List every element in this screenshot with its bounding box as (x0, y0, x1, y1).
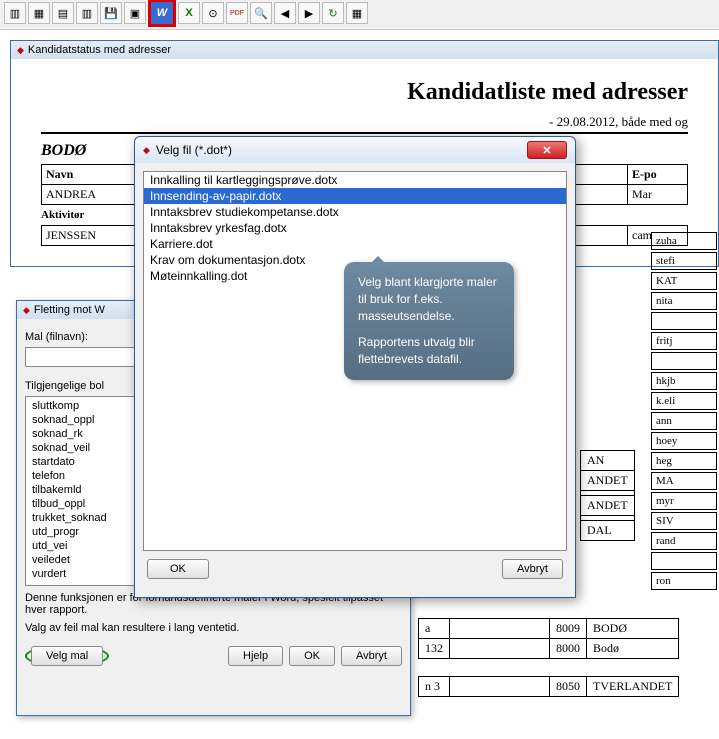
excel-icon[interactable]: X (178, 2, 200, 24)
cell-mail-1: Mar (628, 185, 688, 205)
file-item-selected[interactable]: Innsending-av-papir.dotx (144, 188, 566, 204)
toolbar-btn-15[interactable]: ▦ (346, 2, 368, 24)
report-subtitle: - 29.08.2012, både med og (41, 114, 688, 134)
note-2: Valg av feil mal kan resultere i lang ve… (25, 622, 402, 634)
word-export-icon[interactable]: W (148, 0, 176, 27)
file-listbox[interactable]: Innkalling til kartleggingsprøve.dotx In… (143, 171, 567, 551)
toolbar-btn-6[interactable]: ▣ (124, 2, 146, 24)
mid-table-fragment: AN ANDET ANDET DAL (580, 450, 635, 541)
window-icon: ◆ (143, 145, 150, 156)
velg-title-text: Velg fil (*.dot*) (156, 143, 232, 157)
ok-button[interactable]: OK (289, 646, 335, 666)
velg-fil-dialog: ◆ Velg fil (*.dot*) ✕ Innkalling til kar… (134, 136, 576, 598)
refresh-icon[interactable]: ↻ (322, 2, 344, 24)
pdf-icon[interactable]: PDF (226, 2, 248, 24)
file-item[interactable]: Inntaksbrev yrkesfag.dotx (144, 220, 566, 236)
zoom-icon[interactable]: 🔍 (250, 2, 272, 24)
save-icon[interactable]: 💾 (100, 2, 122, 24)
side-email-fragments: zuha stefi KAT nita fritj hkjb k.eli ann… (649, 230, 719, 592)
bottom-frag: a 8009 BODØ 132 8000 Bodø n 3 8050 TVERL… (418, 618, 679, 697)
velg-avbryt-button[interactable]: Avbryt (502, 559, 563, 579)
col-epost: E-po (628, 165, 688, 185)
close-icon[interactable]: ✕ (527, 141, 567, 159)
prev-icon[interactable]: ◀ (274, 2, 296, 24)
report-heading: Kandidatliste med adresser (41, 79, 688, 106)
velg-mal-highlight: Velg mal (25, 646, 109, 666)
help-tooltip: Velg blant klargjorte maler til bruk for… (344, 262, 514, 380)
next-icon[interactable]: ▶ (298, 2, 320, 24)
velg-titlebar: ◆ Velg fil (*.dot*) ✕ (135, 137, 575, 163)
toolbar-btn-4[interactable]: ▥ (76, 2, 98, 24)
hjelp-button[interactable]: Hjelp (228, 646, 283, 666)
report-window-title: ◆ Kandidatstatus med adresser (11, 41, 718, 59)
file-item[interactable]: Innkalling til kartleggingsprøve.dotx (144, 172, 566, 188)
toolbar-btn-2[interactable]: ▦ (28, 2, 50, 24)
file-item[interactable]: Karriere.dot (144, 236, 566, 252)
main-toolbar: ▥ ▦ ▤ ▥ 💾 ▣ W X ⊙ PDF 🔍 ◀ ▶ ↻ ▦ (0, 0, 719, 30)
toolbar-btn-1[interactable]: ▥ (4, 2, 26, 24)
toolbar-btn-9[interactable]: ⊙ (202, 2, 224, 24)
report-title-text: Kandidatstatus med adresser (28, 44, 171, 56)
file-item[interactable]: Inntaksbrev studiekompetanse.dotx (144, 204, 566, 220)
avbryt-button[interactable]: Avbryt (341, 646, 402, 666)
toolbar-btn-3[interactable]: ▤ (52, 2, 74, 24)
velg-ok-button[interactable]: OK (147, 559, 209, 579)
velg-mal-button[interactable]: Velg mal (31, 646, 103, 666)
window-icon: ◆ (23, 305, 30, 316)
window-icon: ◆ (17, 45, 24, 56)
